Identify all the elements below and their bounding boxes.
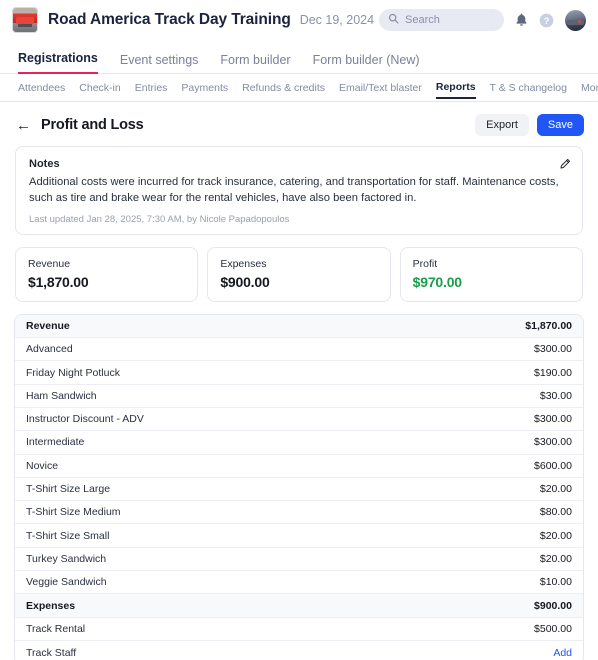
user-avatar[interactable] (565, 9, 586, 31)
row-amount: $20.00 (539, 552, 572, 565)
table-row: Ham Sandwich $30.00 (15, 385, 583, 408)
tab-registrations[interactable]: Registrations (18, 51, 98, 74)
stat-card-revenue: Revenue $1,870.00 (15, 246, 199, 302)
search-placeholder: Search (405, 14, 440, 26)
table-row: T-Shirt Size Large $20.00 (15, 478, 583, 502)
svg-text:?: ? (544, 16, 550, 26)
table-row: T-Shirt Size Medium $80.00 (15, 501, 583, 525)
table-row: Veggie Sandwich $10.00 (15, 571, 583, 595)
row-label: Track Rental (26, 622, 86, 635)
row-amount: $20.00 (539, 483, 572, 496)
table-section-row: Expenses $900.00 (15, 594, 583, 618)
row-amount: $1,870.00 (525, 319, 572, 332)
table-row: Track Staff Add (15, 641, 583, 660)
top-bar-actions: Search ? (379, 9, 586, 31)
save-button[interactable]: Save (536, 114, 584, 136)
table-row: T-Shirt Size Small $20.00 (15, 524, 583, 548)
secondary-tab-bar: Attendees Check-in Entries Payments Refu… (0, 74, 598, 102)
table-row: Friday Night Potluck $190.00 (15, 361, 583, 385)
bell-icon[interactable] (515, 13, 528, 27)
table-section-row: Revenue $1,870.00 (15, 314, 583, 339)
stat-card-expenses: Expenses $900.00 (207, 246, 391, 302)
subtab-reports[interactable]: Reports (435, 81, 476, 99)
stat-card-profit: Profit $970.00 (399, 246, 583, 302)
back-arrow-icon[interactable]: ← (16, 118, 31, 133)
row-label: Instructor Discount - ADV (26, 413, 144, 426)
row-label: T-Shirt Size Medium (26, 506, 121, 519)
subtab-more[interactable]: More (581, 82, 598, 98)
table-row: Intermediate $300.00 (15, 431, 583, 455)
stat-value-revenue: $1,870.00 (28, 273, 89, 290)
add-link[interactable]: Add (553, 647, 572, 659)
event-date: Dec 19, 2024 (299, 13, 375, 27)
row-amount: $20.00 (539, 529, 572, 542)
row-label: Novice (26, 459, 59, 472)
row-label: Turkey Sandwich (26, 552, 107, 565)
stat-value-expenses: $900.00 (220, 273, 270, 290)
help-circle-icon[interactable]: ? (539, 13, 554, 28)
row-amount: $900.00 (534, 599, 572, 612)
row-label: Veggie Sandwich (26, 576, 107, 589)
row-amount: $600.00 (534, 459, 572, 472)
row-amount: $300.00 (534, 436, 572, 449)
table-row: Novice $600.00 (15, 455, 583, 478)
row-label: T-Shirt Size Large (26, 483, 111, 496)
row-amount: $300.00 (534, 343, 572, 356)
subtab-entries[interactable]: Entries (135, 82, 168, 98)
search-icon (388, 11, 399, 29)
subtab-payments[interactable]: Payments (181, 82, 228, 98)
row-label: Track Staff (26, 646, 77, 659)
subtab-ts-changelog[interactable]: T & S changelog (490, 82, 567, 98)
stat-label-expenses: Expenses (220, 257, 267, 270)
summary-stats: Revenue $1,870.00 Expenses $900.00 Profi… (15, 246, 583, 302)
pencil-icon[interactable] (559, 157, 571, 175)
search-input[interactable]: Search (379, 9, 504, 31)
tab-form-builder-new[interactable]: Form builder (New) (313, 53, 420, 74)
primary-tab-bar: Registrations Event settings Form builde… (0, 40, 598, 74)
notes-last-updated: Last updated Jan 28, 2025, 7:30 AM, by N… (29, 213, 290, 225)
row-amount: $10.00 (539, 576, 572, 589)
subtab-email-text-blaster[interactable]: Email/Text blaster (339, 82, 422, 98)
row-label: Friday Night Potluck (26, 366, 120, 379)
subtab-check-in[interactable]: Check-in (79, 82, 120, 98)
row-amount: $80.00 (539, 506, 572, 519)
tab-form-builder[interactable]: Form builder (220, 53, 290, 74)
stat-label-profit: Profit (412, 257, 438, 270)
row-amount: $190.00 (534, 366, 572, 379)
top-bar: Road America Track Day Training Dec 19, … (0, 0, 598, 40)
page-header: ← Profit and Loss Export Save (0, 102, 598, 146)
row-label: Ham Sandwich (26, 389, 97, 402)
notes-heading: Notes (29, 158, 60, 170)
stat-value-profit: $970.00 (412, 273, 462, 290)
export-button[interactable]: Export (475, 114, 529, 136)
event-logo-icon (12, 7, 38, 33)
row-amount: $30.00 (539, 389, 572, 402)
row-label: Advanced (26, 343, 73, 356)
row-label: Expenses (26, 599, 76, 612)
page-header-actions: Export Save (475, 114, 584, 136)
row-label: Revenue (26, 319, 70, 332)
stat-label-revenue: Revenue (28, 257, 71, 270)
table-row: Track Rental $500.00 (15, 618, 583, 641)
tab-event-settings[interactable]: Event settings (120, 53, 199, 74)
row-label: Intermediate (26, 436, 85, 449)
event-title: Road America Track Day Training (48, 11, 291, 28)
subtab-attendees[interactable]: Attendees (18, 82, 65, 98)
subtab-refunds-credits[interactable]: Refunds & credits (242, 82, 325, 98)
page-title: Profit and Loss (41, 117, 144, 133)
profit-loss-table: Revenue $1,870.00 Advanced $300.00 Friday Ni… (14, 313, 584, 660)
row-amount: $500.00 (534, 622, 572, 635)
notes-body: Additional costs were incurred for track… (29, 176, 559, 204)
row-amount: $300.00 (534, 413, 572, 426)
table-row: Instructor Discount - ADV $300.00 (15, 408, 583, 432)
row-label: T-Shirt Size Small (26, 529, 110, 542)
table-row: Advanced $300.00 (15, 338, 583, 362)
notes-card: Notes Additional costs were incurred for… (15, 146, 583, 235)
table-row: Turkey Sandwich $20.00 (15, 548, 583, 572)
subtab-more-label: More (581, 81, 598, 94)
